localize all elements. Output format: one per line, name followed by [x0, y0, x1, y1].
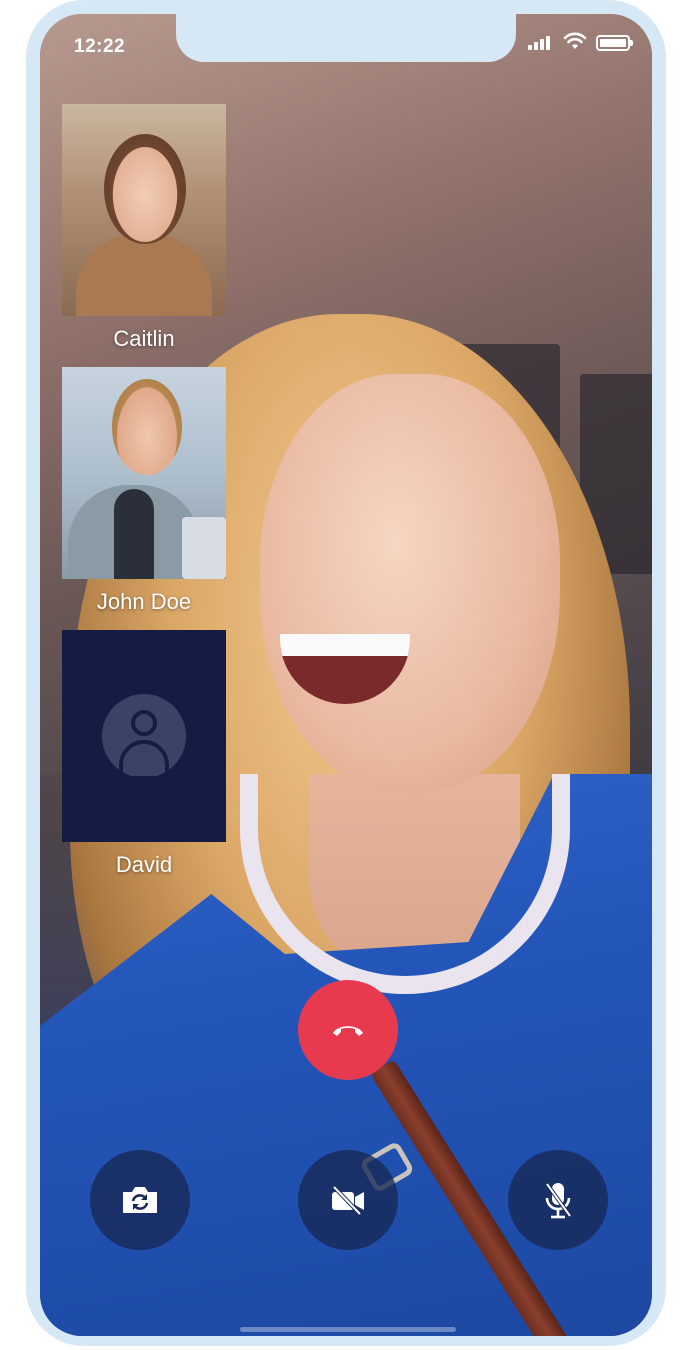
caller-face	[260, 374, 560, 794]
camera-flip-icon	[123, 1187, 157, 1213]
end-call-button[interactable]	[298, 980, 398, 1080]
participant-tile-caitlin[interactable]: Caitlin	[62, 104, 226, 352]
home-indicator[interactable]	[240, 1327, 456, 1332]
video-off-icon	[332, 1185, 364, 1216]
cellular-signal-icon	[528, 36, 554, 50]
status-bar: 12:22	[0, 0, 691, 70]
flip-camera-button[interactable]	[90, 1150, 190, 1250]
participant-name: Caitlin	[113, 326, 175, 351]
participant-video-off	[62, 630, 226, 842]
laptop	[182, 517, 226, 579]
participant-tile-john-doe[interactable]: John Doe	[62, 367, 226, 615]
wifi-icon	[563, 32, 587, 49]
participant-name: John Doe	[96, 589, 192, 614]
user-avatar-placeholder-icon	[102, 694, 186, 778]
phone-hangup-icon	[333, 1026, 363, 1036]
participant-tile-david[interactable]: David	[62, 630, 226, 878]
status-time: 12:22	[74, 36, 126, 57]
mic-off-icon	[545, 1182, 572, 1219]
participant-video	[62, 104, 226, 316]
toggle-mic-button[interactable]	[508, 1150, 608, 1250]
participant-video	[62, 367, 226, 579]
battery-icon	[596, 35, 633, 51]
participant-name: David	[115, 852, 173, 877]
toggle-video-button[interactable]	[298, 1150, 398, 1250]
device-notch	[176, 0, 516, 62]
